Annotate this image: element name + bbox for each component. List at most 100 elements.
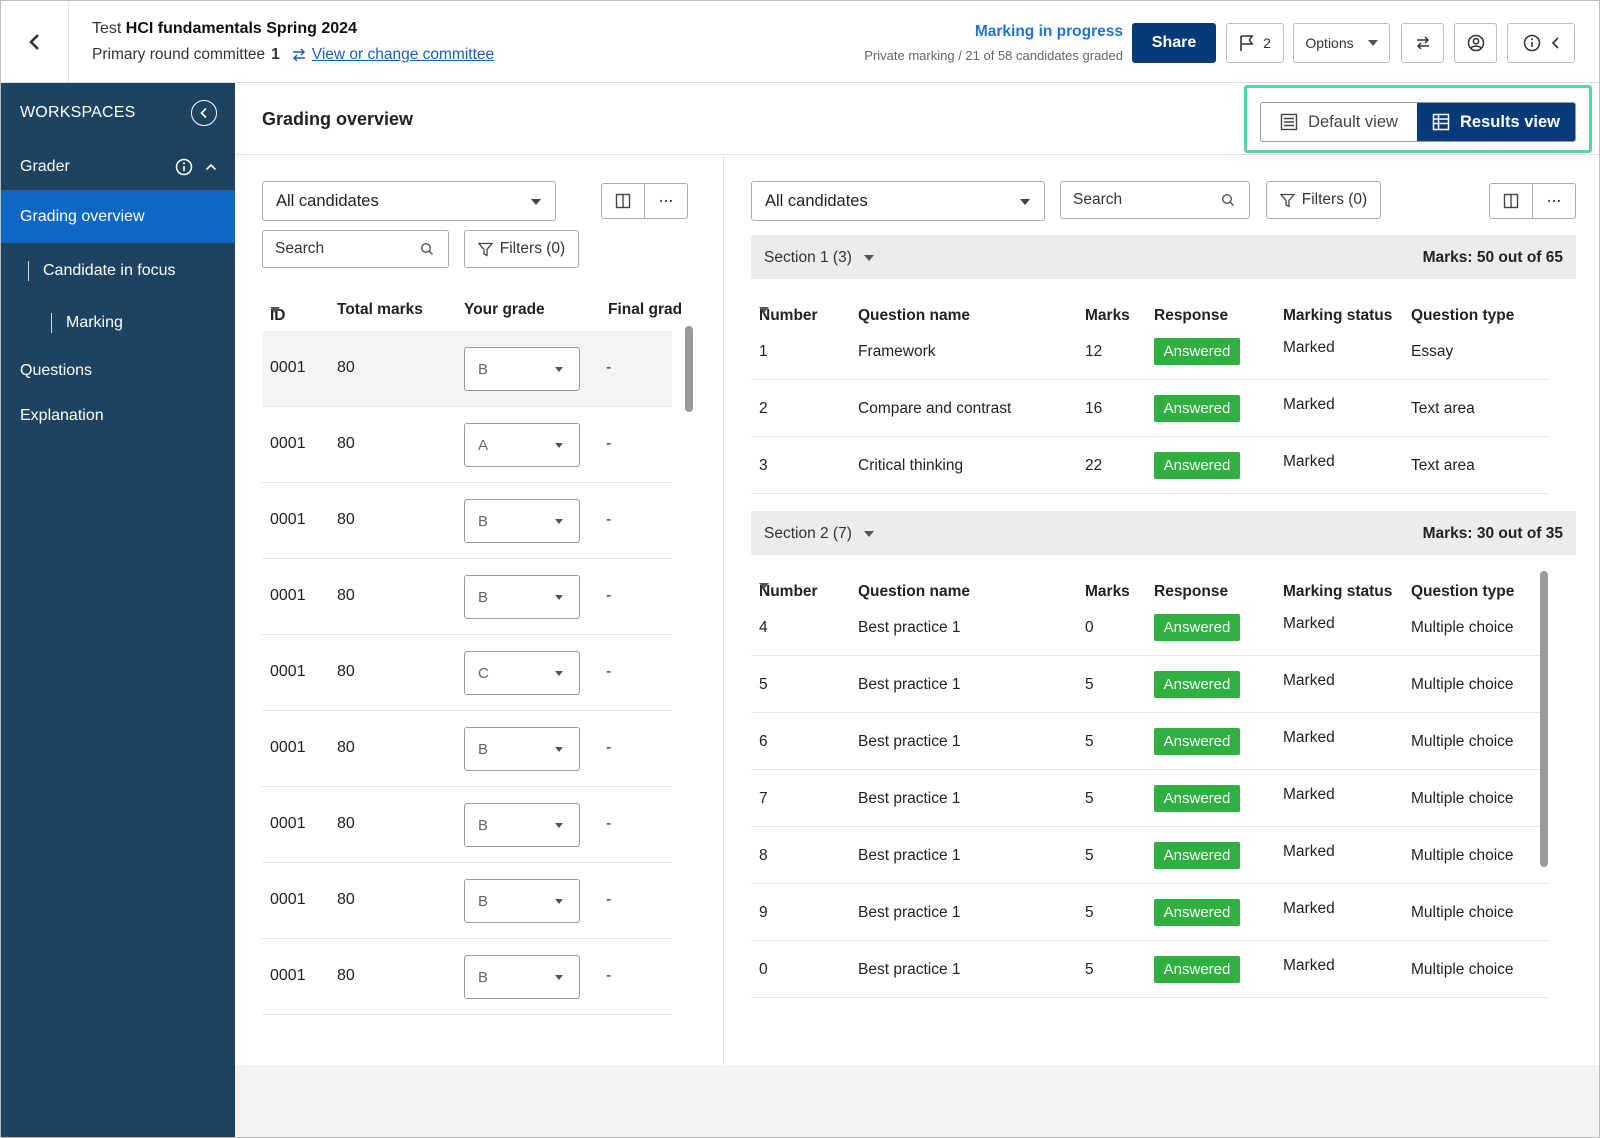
questions-filters-button[interactable]: Filters (0) (1266, 181, 1381, 219)
candidate-id: 0001 (270, 739, 306, 756)
question-type: Text area (1411, 457, 1475, 474)
candidate-row[interactable]: 0001 80 B - (262, 711, 672, 787)
candidates-filters-button[interactable]: Filters (0) (464, 230, 579, 268)
question-row[interactable]: 9 Best practice 1 5 Answered Marked Multiple … (751, 884, 1548, 941)
caret-down-icon (531, 199, 541, 205)
question-row[interactable]: 7 Best practice 1 5 Answered Marked Multiple … (751, 770, 1548, 827)
columns-icon (1503, 193, 1519, 209)
marking-status: Marked (1283, 396, 1335, 413)
grade-select[interactable]: B (464, 803, 580, 847)
grade-select[interactable]: B (464, 347, 580, 391)
search-icon (1221, 193, 1234, 206)
column-total-marks: Total marks (337, 301, 423, 318)
sidebar-item-label: Grading overview (20, 208, 145, 225)
caret-down-icon (863, 531, 874, 537)
section-marks-summary: Marks: 30 out of 35 (1422, 525, 1563, 542)
candidate-row[interactable]: 0001 80 B - (262, 939, 672, 1015)
candidates-select[interactable]: All candidates (262, 181, 556, 221)
question-row[interactable]: 0 Best practice 1 5 Answered Marked Multiple … (751, 941, 1548, 998)
back-button[interactable] (1, 1, 69, 83)
caret-down-icon (555, 595, 563, 600)
question-row[interactable]: 6 Best practice 1 5 Answered Marked Multiple … (751, 713, 1548, 770)
question-number: 5 (759, 676, 768, 693)
candidate-row[interactable]: 0001 80 A - (262, 407, 672, 483)
grade-select[interactable]: B (464, 879, 580, 923)
question-marks: 5 (1085, 790, 1094, 807)
results-view-label: Results view (1460, 112, 1560, 131)
sidebar-item-candidate-in-focus[interactable]: Candidate in focus (1, 251, 235, 291)
default-view-button[interactable]: Default view (1261, 103, 1417, 141)
candidate-final-grade: - (606, 435, 612, 452)
grade-select[interactable]: B (464, 727, 580, 771)
right-table-tools (1489, 183, 1576, 219)
more-options-button[interactable] (1532, 184, 1575, 218)
more-horizontal-icon (1547, 199, 1561, 203)
more-options-button[interactable] (644, 184, 687, 218)
share-button[interactable]: Share (1132, 23, 1216, 63)
candidate-id: 0001 (270, 359, 306, 376)
sidebar-item-label: Explanation (20, 407, 104, 424)
candidate-final-grade: - (606, 891, 612, 908)
results-candidates-select[interactable]: All candidates (751, 181, 1045, 221)
list-icon (1280, 113, 1298, 131)
grade-select[interactable]: B (464, 499, 580, 543)
flag-count: 2 (1263, 35, 1271, 51)
info-icon[interactable] (175, 158, 193, 176)
collapse-sidebar-button[interactable] (191, 100, 217, 126)
candidate-final-grade: - (606, 739, 612, 756)
questions-scrollbar[interactable] (1540, 571, 1548, 867)
candidate-row[interactable]: 0001 80 C - (262, 635, 672, 711)
candidate-row[interactable]: 0001 80 B - (262, 483, 672, 559)
section-toggle[interactable]: Section 2 (7) (764, 525, 874, 543)
sidebar-item-questions[interactable]: Questions (1, 351, 235, 391)
sidebar-item-grading-overview[interactable]: Grading overview (1, 191, 235, 243)
candidates-search-input[interactable]: Search (262, 230, 449, 268)
section-toggle[interactable]: Section 1 (3) (764, 249, 874, 267)
change-committee-link[interactable]: View or change committee (312, 46, 494, 64)
question-row[interactable]: 1 Framework 12 Answered Marked Essay (751, 323, 1548, 380)
candidate-total-marks: 80 (337, 891, 355, 908)
options-button[interactable]: Options (1293, 23, 1390, 63)
candidate-row[interactable]: 0001 80 B - (262, 787, 672, 863)
candidates-select-value: All candidates (276, 191, 379, 210)
questions-table-header: Number Question name Marks Response Marking … (751, 279, 1576, 324)
search-icon (420, 242, 433, 255)
question-row[interactable]: 4 Best practice 1 0 Answered Marked Multiple … (751, 599, 1548, 656)
question-row[interactable]: 3 Critical thinking 22 Answered Marked Text a… (751, 437, 1548, 494)
caret-down-icon (555, 367, 563, 372)
grader-icons (175, 158, 217, 176)
default-view-label: Default view (1308, 112, 1398, 131)
profile-button[interactable] (1454, 23, 1497, 63)
question-number: 2 (759, 400, 768, 417)
marking-status-label[interactable]: Marking in progress (864, 23, 1123, 41)
candidate-final-grade: - (606, 587, 612, 604)
candidates-scrollbar[interactable] (685, 326, 693, 412)
question-row[interactable]: 2 Compare and contrast 16 Answered Marked Tex… (751, 380, 1548, 437)
grade-select[interactable]: A (464, 423, 580, 467)
chevron-up-icon[interactable] (205, 163, 217, 171)
grade-select[interactable]: B (464, 575, 580, 619)
sidebar-item-explanation[interactable]: Explanation (1, 396, 235, 436)
sidebar-item-marking[interactable]: Marking (1, 303, 235, 343)
question-type: Multiple choice (1411, 733, 1514, 750)
question-type: Multiple choice (1411, 790, 1514, 807)
grade-select[interactable]: B (464, 955, 580, 999)
candidate-row[interactable]: 0001 80 B - (262, 559, 672, 635)
question-row[interactable]: 8 Best practice 1 5 Answered Marked Multiple … (751, 827, 1548, 884)
columns-button[interactable] (1490, 184, 1532, 218)
flag-button[interactable]: 2 (1226, 23, 1284, 63)
caret-down-icon (863, 255, 874, 261)
switch-button[interactable] (1401, 23, 1444, 63)
chevron-left-icon (1551, 37, 1559, 49)
results-view-button[interactable]: Results view (1417, 103, 1575, 141)
candidate-row[interactable]: 0001 80 B - (262, 863, 672, 939)
questions-search-input[interactable]: Search (1060, 181, 1250, 219)
candidate-row[interactable]: 0001 80 B - (262, 331, 672, 407)
columns-button[interactable] (602, 184, 644, 218)
question-row[interactable]: 5 Best practice 1 5 Answered Marked Multiple … (751, 656, 1548, 713)
grade-select[interactable]: C (464, 651, 580, 695)
question-type: Multiple choice (1411, 847, 1514, 864)
answered-badge: Answered (1154, 671, 1240, 698)
info-panel-button[interactable] (1507, 23, 1575, 63)
candidate-total-marks: 80 (337, 815, 355, 832)
